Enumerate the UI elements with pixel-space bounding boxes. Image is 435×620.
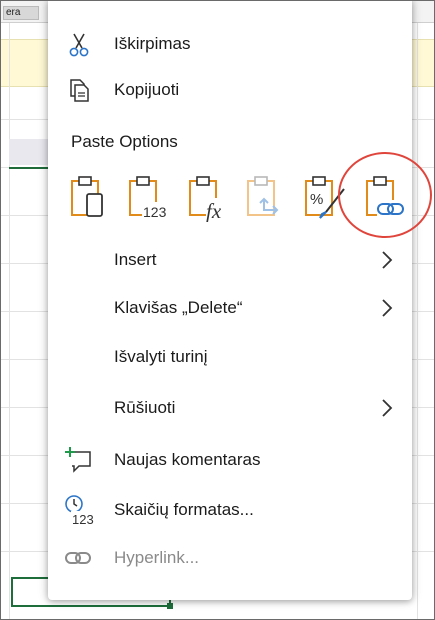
menu-item-label: Iškirpimas: [114, 34, 191, 53]
paste-option-values[interactable]: 123: [126, 172, 172, 222]
menu-item-number-format[interactable]: 123 Skaičių formatas...: [48, 490, 412, 530]
selected-cell-shade: [9, 139, 51, 165]
menu-item-insert[interactable]: Insert: [48, 240, 412, 280]
menu-item-label: Išvalyti turinį: [114, 347, 208, 366]
number-format-icon: 123: [62, 493, 96, 527]
paste-options-title: Paste Options: [71, 132, 178, 151]
chevron-right-icon: [382, 299, 393, 317]
scissors-icon: [62, 27, 96, 61]
menu-item-label: Hyperlink...: [114, 548, 200, 567]
new-comment-icon: [62, 443, 96, 477]
fill-handle[interactable]: [167, 603, 173, 609]
menu-item-label: Skaičių formatas...: [114, 500, 254, 519]
paste-icon: [71, 176, 103, 217]
cell-border: [9, 167, 51, 169]
paste-option-paste[interactable]: [68, 172, 114, 222]
link-icon: [62, 541, 96, 575]
menu-item-label: Rūšiuoti: [114, 398, 176, 417]
highlight-circle: [338, 152, 432, 238]
menu-item-delete[interactable]: Klavišas „Delete“: [48, 288, 412, 328]
svg-text:123: 123: [143, 204, 167, 220]
menu-item-clear-contents[interactable]: Išvalyti turinį: [48, 337, 412, 377]
paste-values-icon: 123: [129, 176, 172, 220]
context-menu: Iškirpimas Kopijuoti Paste Options 123 f…: [48, 0, 432, 600]
menu-item-hyperlink[interactable]: Hyperlink...: [48, 538, 412, 578]
svg-text:fx: fx: [206, 199, 222, 222]
menu-item-label: Insert: [114, 250, 157, 269]
paste-option-transpose[interactable]: [244, 172, 290, 222]
svg-text:%: %: [310, 191, 323, 208]
menu-item-sort[interactable]: Rūšiuoti: [48, 388, 412, 428]
copy-icon: [62, 73, 96, 107]
svg-text:123: 123: [72, 512, 94, 527]
paste-option-formulas[interactable]: fx: [186, 172, 232, 223]
menu-item-label: Naujas komentaras: [114, 450, 261, 469]
paste-transpose-icon: [247, 176, 279, 216]
menu-item-label: Klavišas „Delete“: [114, 298, 243, 317]
sheet-tab[interactable]: era: [3, 6, 39, 20]
menu-item-label: Kopijuoti: [114, 80, 180, 99]
menu-item-new-comment[interactable]: Naujas komentaras: [48, 440, 412, 480]
chevron-right-icon: [382, 399, 393, 417]
paste-formulas-icon: fx: [189, 176, 232, 223]
chevron-right-icon: [382, 251, 393, 269]
menu-item-copy[interactable]: Kopijuoti: [48, 70, 412, 110]
menu-item-cut[interactable]: Iškirpimas: [48, 24, 412, 64]
